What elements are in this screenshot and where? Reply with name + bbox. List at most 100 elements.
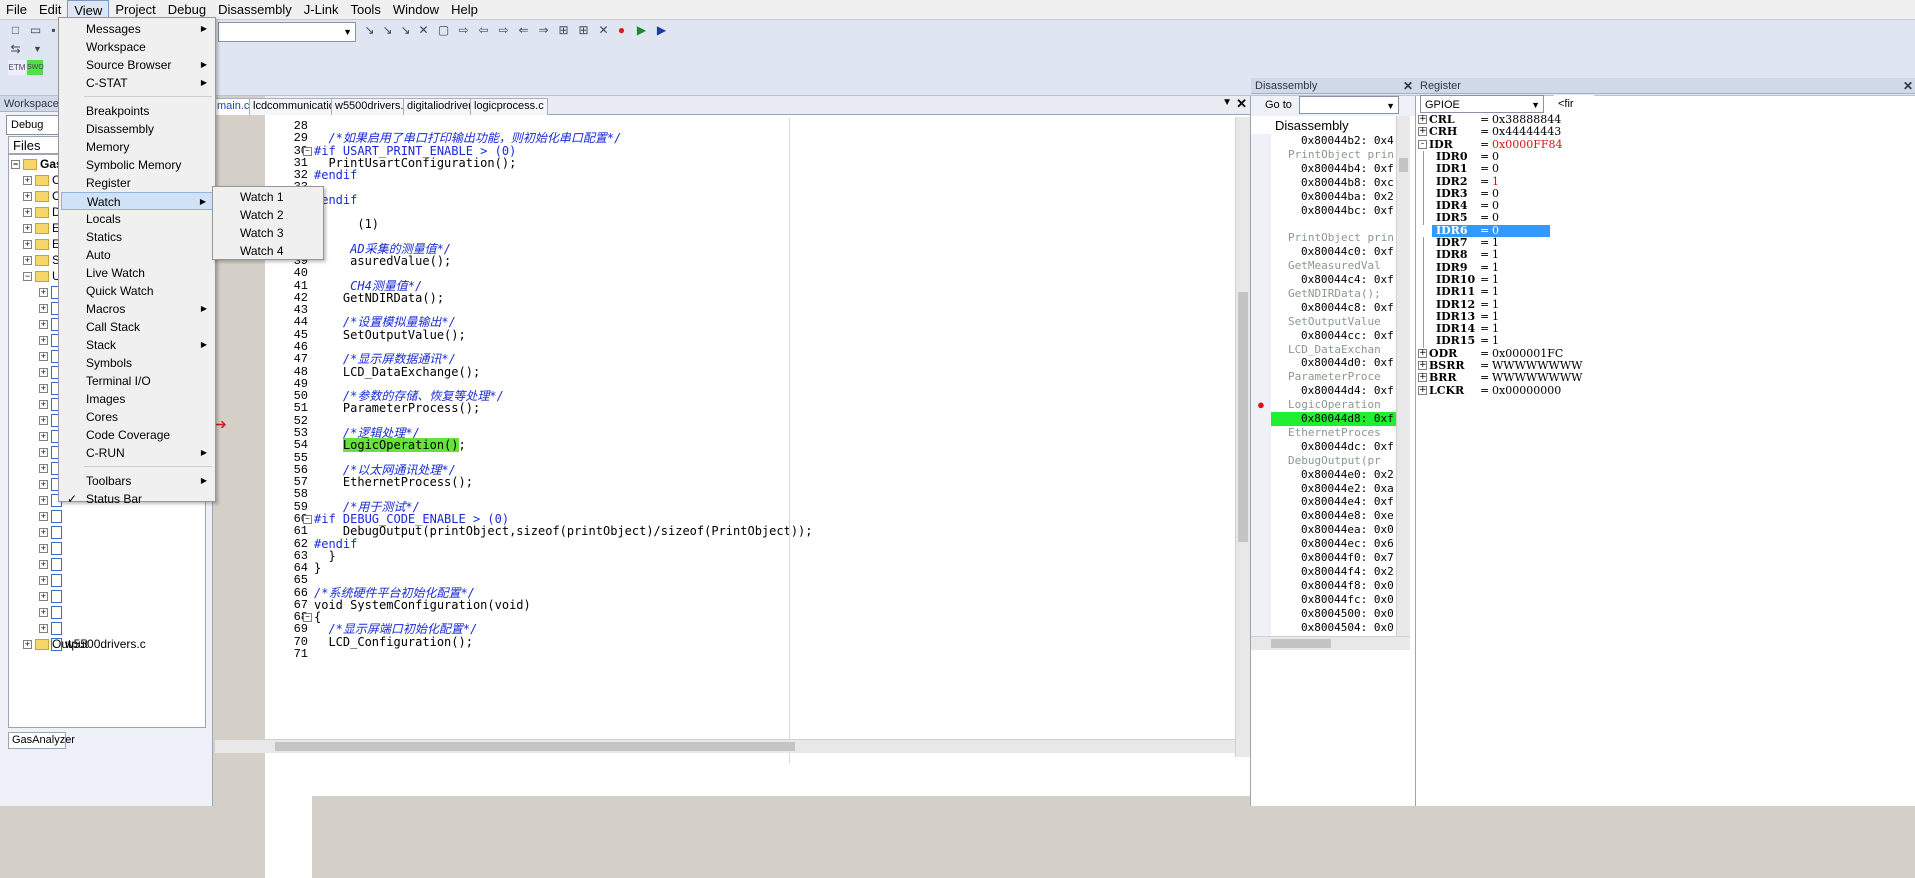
workspace-tab[interactable]: GasAnalyzer	[8, 732, 75, 749]
expand-icon[interactable]: −	[23, 272, 32, 282]
menu-item-terminal-i-o[interactable]: Terminal I/O	[61, 372, 213, 390]
etm-badge[interactable]: ETM	[8, 60, 26, 75]
expand-icon[interactable]: +	[23, 240, 32, 250]
code-line[interactable]: LCD_Configuration();	[314, 635, 473, 650]
disassembly-line[interactable]: 0x80044ba: 0x2	[1301, 190, 1396, 204]
menu-item-stack[interactable]: Stack ▶	[61, 336, 213, 354]
register-row[interactable]: IDR4 = 0	[1416, 200, 1576, 214]
register-value[interactable]: 1	[1492, 286, 1499, 298]
disassembly-line[interactable]: ParameterProce	[1288, 370, 1396, 384]
current-instruction[interactable]: 0x80044d8: 0xf	[1271, 412, 1396, 426]
debug-without-download-icon[interactable]: ▶	[654, 23, 669, 38]
register-row[interactable]: IDR6 = 0	[1432, 224, 1550, 238]
step-icon[interactable]: ⇆	[8, 42, 23, 57]
toggle-icon[interactable]: ▢	[436, 23, 451, 38]
disassembly-line[interactable]: 0x80044ea: 0x0	[1301, 523, 1396, 537]
menu-item-live-watch[interactable]: Live Watch	[61, 264, 213, 282]
menu-file[interactable]: File	[0, 0, 33, 19]
register-row[interactable]: IDR7 = 1	[1416, 237, 1576, 250]
files-header[interactable]: Files	[8, 136, 60, 154]
expand-icon[interactable]: +	[1418, 373, 1427, 383]
register-value[interactable]: 0	[1492, 150, 1499, 163]
tree-file[interactable]: +	[39, 588, 65, 604]
expand-icon[interactable]: +	[23, 192, 32, 202]
register-row[interactable]: IDR3 = 0	[1416, 187, 1576, 201]
tree-file[interactable]: +	[39, 620, 65, 636]
menu-item-register[interactable]: Register	[61, 174, 213, 192]
disassembly-line[interactable]: GetMeasuredVal	[1288, 259, 1396, 273]
code-line[interactable]: #endif	[314, 168, 357, 183]
expand-icon[interactable]: +	[1418, 127, 1427, 137]
register-value[interactable]: 1	[1492, 298, 1499, 311]
breakpoint-icon[interactable]: ●	[1257, 397, 1265, 412]
menu-window[interactable]: Window	[387, 0, 445, 19]
disassembly-line[interactable]: 0x80044c4: 0xf	[1301, 273, 1396, 287]
register-value[interactable]: 1	[1492, 175, 1499, 188]
tree-folder[interactable]: + C	[23, 172, 61, 188]
swo-badge[interactable]: SWO	[27, 60, 44, 75]
register-value[interactable]: 0x38888844	[1492, 114, 1561, 126]
expand-icon[interactable]: +	[23, 208, 32, 218]
register-row[interactable]: + BRR = WWWWWWWW	[1416, 372, 1582, 384]
disassembly-line[interactable]: 0x80044f4: 0x2	[1301, 565, 1396, 579]
debug-step-icon[interactable]: ↘	[362, 23, 377, 38]
code-line[interactable]: ParameterProcess();	[314, 401, 480, 416]
menu-item-cores[interactable]: Cores	[61, 408, 213, 426]
expand-icon[interactable]: +	[39, 384, 48, 394]
menu-item-status-bar[interactable]: Status Bar ✓	[61, 490, 213, 508]
tab-main[interactable]: main.c	[213, 98, 254, 115]
disassembly-line[interactable]: LCD_DataExchan	[1288, 343, 1396, 357]
register-value[interactable]: 1	[1492, 335, 1499, 347]
expand-icon[interactable]: +	[39, 416, 48, 426]
menu-disassembly[interactable]: Disassembly	[212, 0, 298, 19]
tree-file[interactable]: +	[39, 540, 65, 556]
code-line[interactable]: void SystemConfiguration(void)	[314, 598, 531, 613]
tree-file[interactable]: +	[39, 556, 65, 572]
forward-icon[interactable]: ⇒	[536, 23, 551, 38]
expand-icon[interactable]: +	[39, 624, 48, 634]
disassembly-line[interactable]: LogicOperation	[1288, 398, 1396, 412]
disassembly-line[interactable]: 0x80044d4: 0xf	[1301, 384, 1396, 398]
register-find[interactable]: <fir	[1554, 95, 1594, 113]
disassembly-line[interactable]: 0x8004504: 0x0	[1301, 621, 1396, 635]
find-combo[interactable]: ▼	[218, 22, 356, 42]
config-select[interactable]: Debug	[6, 115, 62, 135]
register-value[interactable]: 0x44444443	[1492, 126, 1561, 138]
register-value[interactable]: 1	[1492, 261, 1499, 274]
expand-icon[interactable]: +	[39, 560, 48, 570]
expand-icon[interactable]: +	[39, 304, 48, 314]
arrow-right-icon[interactable]: ⇨	[456, 23, 471, 38]
expand-icon[interactable]: +	[1418, 348, 1427, 358]
menu-item-watch-3[interactable]: Watch 3	[215, 224, 321, 242]
menu-item-locals[interactable]: Locals	[61, 210, 213, 228]
expand-icon[interactable]: +	[39, 608, 48, 618]
tree-folder[interactable]: + E	[23, 236, 60, 252]
register-row[interactable]: + CRL = 0x38888844	[1416, 114, 1576, 126]
close-editor-icon[interactable]: ✕	[1236, 96, 1247, 112]
menu-item-watch-1[interactable]: Watch 1	[215, 188, 321, 206]
register-value[interactable]: 0x00000000	[1492, 384, 1561, 397]
expand-icon[interactable]: +	[23, 256, 32, 266]
expand-icon[interactable]: +	[1418, 115, 1427, 124]
register-value[interactable]: 1	[1492, 323, 1499, 335]
expand-icon[interactable]: +	[39, 480, 48, 490]
register-value[interactable]: 0	[1492, 200, 1499, 212]
code-line[interactable]: asuredValue();	[314, 254, 451, 269]
expand-icon[interactable]: +	[39, 576, 48, 586]
disassembly-line[interactable]: SetOutputValue	[1288, 315, 1396, 329]
tree-file[interactable]: +	[39, 508, 65, 524]
collapse-icon[interactable]: −	[11, 160, 20, 170]
break-icon[interactable]: ⊞	[576, 23, 591, 38]
register-row[interactable]: + ODR = 0x000001FC	[1416, 347, 1576, 360]
register-row[interactable]: IDR10 = 1	[1416, 273, 1576, 287]
expand-icon[interactable]: +	[39, 544, 48, 554]
register-value[interactable]: WWWWWWWW	[1492, 372, 1582, 384]
register-value[interactable]: 0x000001FC	[1492, 347, 1563, 360]
expand-icon[interactable]: +	[39, 528, 48, 538]
disassembly-line[interactable]: 0x80044e4: 0xf	[1301, 495, 1396, 509]
menu-item-statics[interactable]: Statics	[61, 228, 213, 246]
menu-item-call-stack[interactable]: Call Stack	[61, 318, 213, 336]
debug-step4-icon[interactable]: ✕	[416, 23, 431, 38]
menu-item-code-coverage[interactable]: Code Coverage	[61, 426, 213, 444]
expand-icon[interactable]: -	[1418, 139, 1427, 149]
